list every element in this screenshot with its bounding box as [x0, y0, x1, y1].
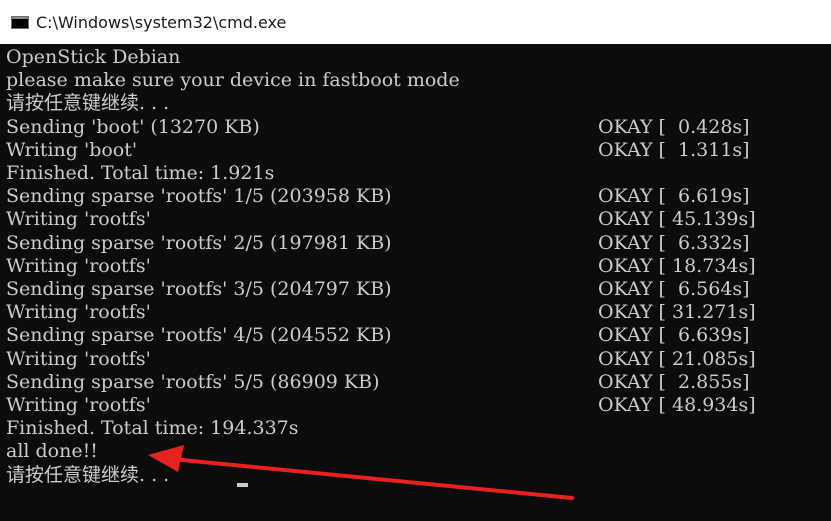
arrow-head [148, 445, 184, 472]
annotation-arrow [148, 445, 574, 500]
arrow-shaft [170, 457, 574, 500]
